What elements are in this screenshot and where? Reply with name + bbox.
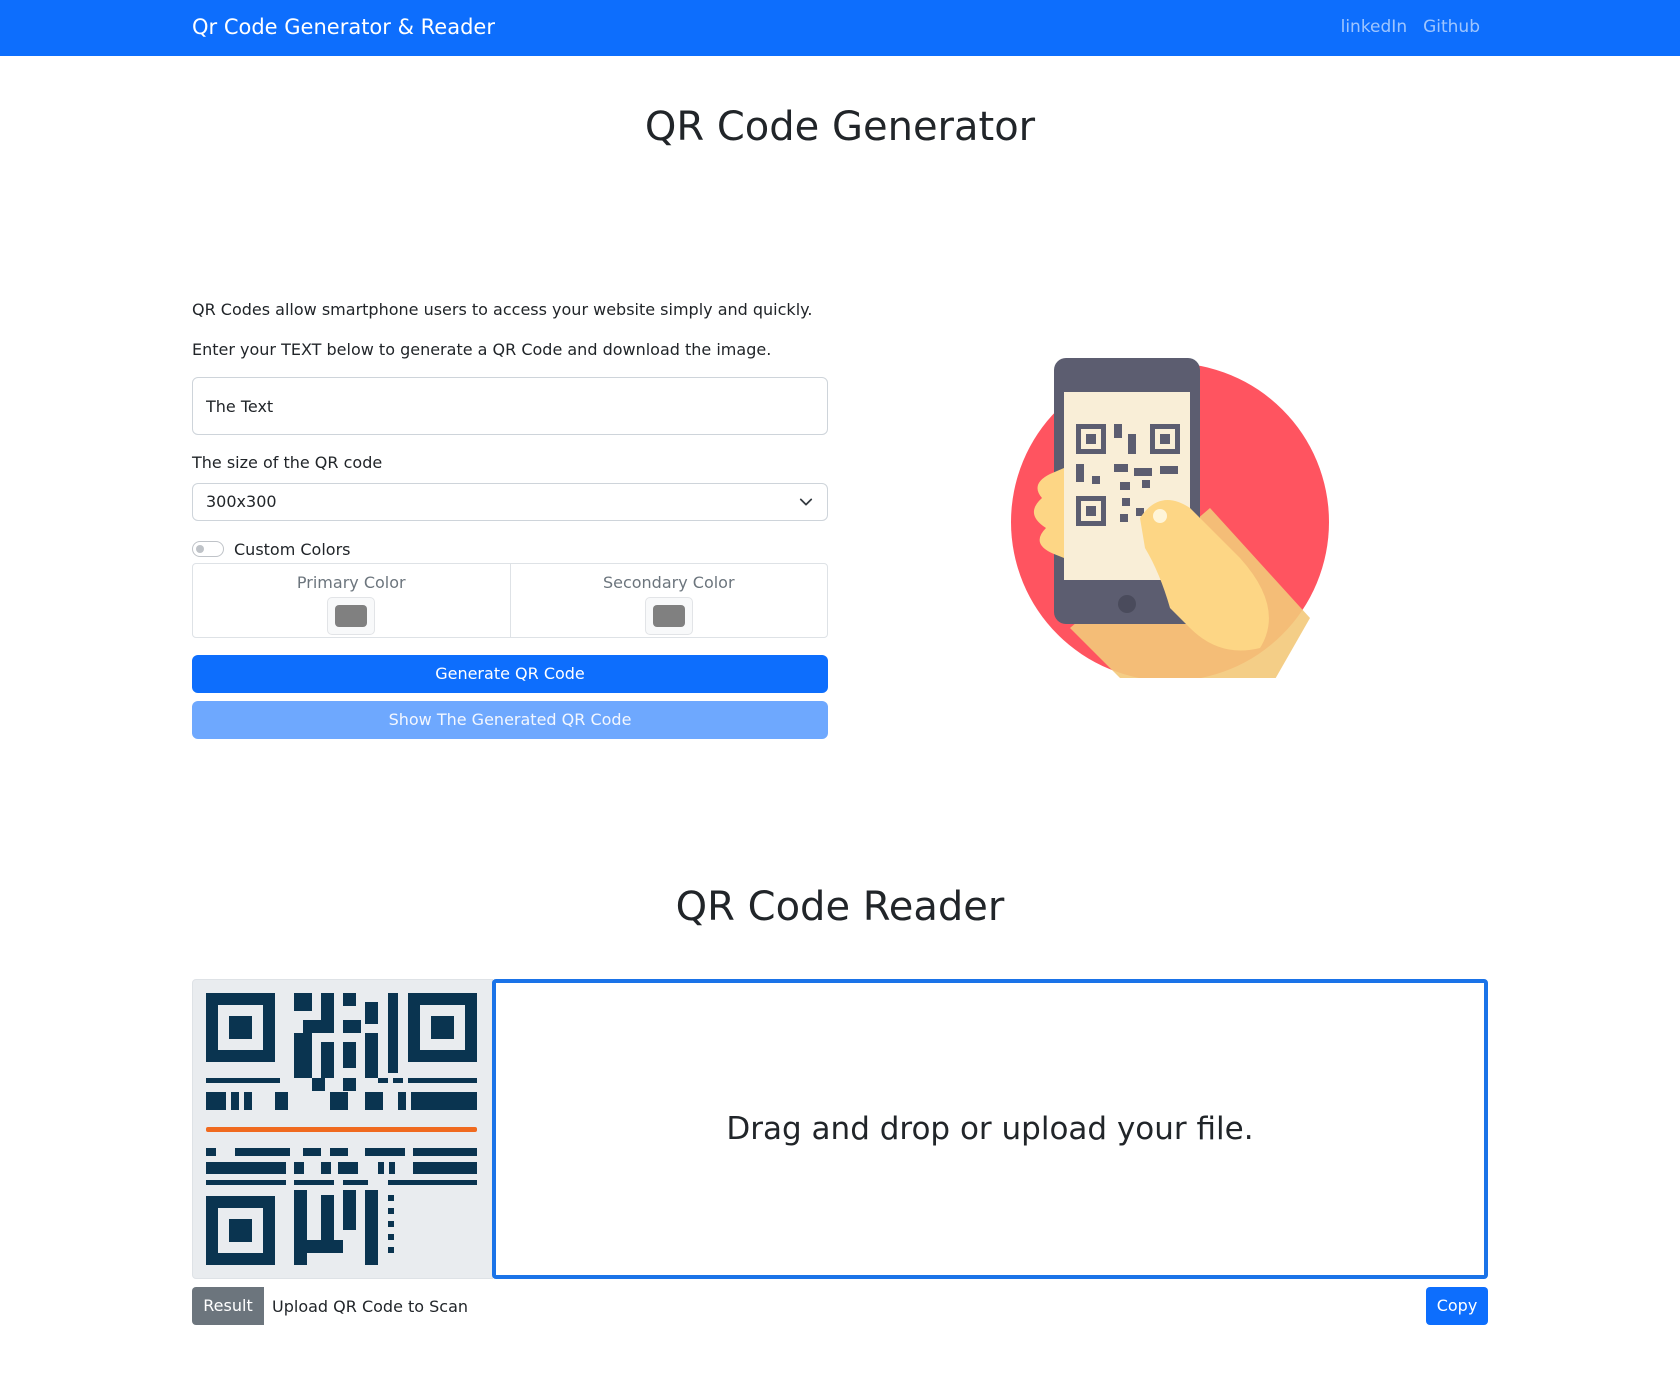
nav-links: linkedIn Github <box>1341 17 1480 37</box>
result-text: Upload QR Code to Scan <box>272 1297 469 1316</box>
primary-color-label: Primary Color <box>296 573 406 592</box>
size-select-value: 300x300 <box>206 492 277 511</box>
drop-zone-text: Drag and drop or upload your file. <box>726 1111 1254 1147</box>
result-label: Result <box>192 1287 264 1325</box>
primary-color-swatch <box>335 605 368 627</box>
custom-colors-label: Custom Colors <box>234 539 351 559</box>
nav-link-linkedin[interactable]: linkedIn <box>1341 17 1408 37</box>
navbar-brand[interactable]: Qr Code Generator & Reader <box>192 15 495 39</box>
secondary-color-swatch <box>652 605 685 627</box>
navbar: Qr Code Generator & Reader linkedIn Gith… <box>0 0 1680 56</box>
phone-scanning-qr-illustration <box>1011 358 1329 678</box>
copy-button[interactable]: Copy <box>1426 1287 1488 1325</box>
size-label: The size of the QR code <box>192 453 383 472</box>
custom-colors-toggle[interactable] <box>192 541 224 557</box>
secondary-color-picker[interactable] <box>644 597 693 635</box>
generator-title: QR Code Generator <box>644 104 1036 150</box>
generate-qr-button[interactable]: Generate QR Code <box>192 655 828 693</box>
toggle-knob <box>196 545 204 553</box>
reader-title: QR Code Reader <box>675 884 1005 930</box>
secondary-color-label: Secondary Color <box>602 573 735 592</box>
qr-text-input[interactable] <box>192 377 828 435</box>
nav-link-github[interactable]: Github <box>1423 17 1480 37</box>
qr-reader: Drag and drop or upload your file. <box>192 979 1488 1279</box>
secondary-color-cell: Secondary Color <box>509 564 828 637</box>
custom-colors-switch-row: Custom Colors <box>192 539 351 559</box>
chevron-down-icon <box>799 498 813 506</box>
qr-code-scanner-icon <box>206 993 477 1265</box>
primary-color-cell: Primary Color <box>193 564 510 637</box>
show-generated-qr-button[interactable]: Show The Generated QR Code <box>192 701 828 739</box>
generator-instructions-text: Enter your TEXT below to generate a QR C… <box>192 340 772 359</box>
file-drop-zone[interactable]: Drag and drop or upload your file. <box>492 979 1488 1279</box>
qr-scanner-panel <box>192 979 493 1279</box>
generator-intro-text: QR Codes allow smartphone users to acces… <box>192 300 813 319</box>
size-select[interactable]: 300x300 <box>192 483 828 521</box>
result-row: Result Upload QR Code to Scan Copy <box>192 1287 1488 1325</box>
color-picker-group: Primary Color Secondary Color <box>192 563 828 638</box>
primary-color-picker[interactable] <box>327 597 376 635</box>
